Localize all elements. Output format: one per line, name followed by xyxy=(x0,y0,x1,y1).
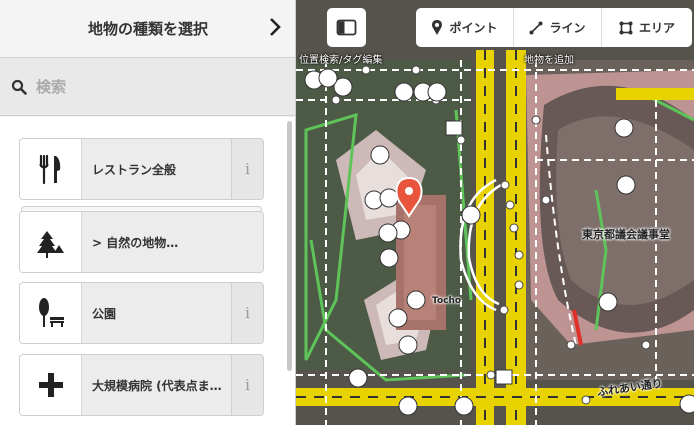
map-pin-icon xyxy=(432,19,443,35)
info-button[interactable]: i xyxy=(231,283,263,343)
add-line-button[interactable]: ライン xyxy=(514,8,602,47)
preset-icon-box xyxy=(20,212,82,272)
map-label-assembly-hall: 東京都議会議事堂 xyxy=(582,228,670,241)
preset-label: レストラン全般 xyxy=(82,139,231,199)
preset-label: 大規模病院 (代表点ま… xyxy=(82,355,231,415)
preset-list: レストラン全般 i > 自然の地物… 公園 i 大規模病院 (代表点ま… i xyxy=(0,117,295,425)
add-feature-toolbar: ポイント ライン エリア xyxy=(416,8,692,47)
chevron-right-icon[interactable] xyxy=(268,16,282,38)
line-icon xyxy=(529,21,543,34)
info-button[interactable]: i xyxy=(231,355,263,415)
area-icon xyxy=(619,21,633,34)
preset-icon-box xyxy=(20,283,82,343)
park-bench-icon xyxy=(39,298,64,327)
search-bar xyxy=(0,58,295,116)
sidebar-toggle-icon xyxy=(336,19,357,36)
add-point-label: ポイント xyxy=(449,21,498,35)
add-point-button[interactable]: ポイント xyxy=(416,8,514,47)
search-icon xyxy=(11,79,27,95)
map-label-tocho: Tocho xyxy=(432,296,462,306)
preset-label: > 自然の地物… xyxy=(82,212,263,272)
preset-icon-box xyxy=(20,355,82,415)
hospital-cross-icon xyxy=(39,373,63,397)
preset-category-nature[interactable]: > 自然の地物… xyxy=(19,211,264,273)
fork-knife-icon xyxy=(39,154,61,185)
sidebar-title: 地物の種類を選択 xyxy=(87,20,208,38)
preset-restaurant[interactable]: レストラン全般 i xyxy=(19,138,264,200)
add-feature-caption: 地物を追加 xyxy=(524,55,574,66)
sidebar-toggle-caption: 位置検索/タグ編集 xyxy=(299,55,383,66)
add-area-label: エリア xyxy=(638,21,675,35)
preset-label: 公園 xyxy=(82,283,231,343)
sidebar: 地物の種類を選択 レストラン全般 i xyxy=(0,0,296,425)
add-line-label: ライン xyxy=(549,21,586,35)
preset-icon-box xyxy=(20,139,82,199)
preset-hospital[interactable]: 大規模病院 (代表点ま… i xyxy=(19,354,264,416)
preset-park[interactable]: 公園 i xyxy=(19,282,264,344)
info-button[interactable]: i xyxy=(231,139,263,199)
sidebar-toggle-button[interactable] xyxy=(327,8,366,47)
nature-icon xyxy=(37,231,64,258)
scrollbar[interactable] xyxy=(287,121,292,371)
map-view[interactable]: 東京都議会議事堂 Tocho ふれあい通り ポイント ライン エリア 位置検索/… xyxy=(296,0,694,425)
add-area-button[interactable]: エリア xyxy=(602,8,692,47)
sidebar-header: 地物の種類を選択 xyxy=(0,0,295,58)
search-input[interactable] xyxy=(36,72,276,102)
